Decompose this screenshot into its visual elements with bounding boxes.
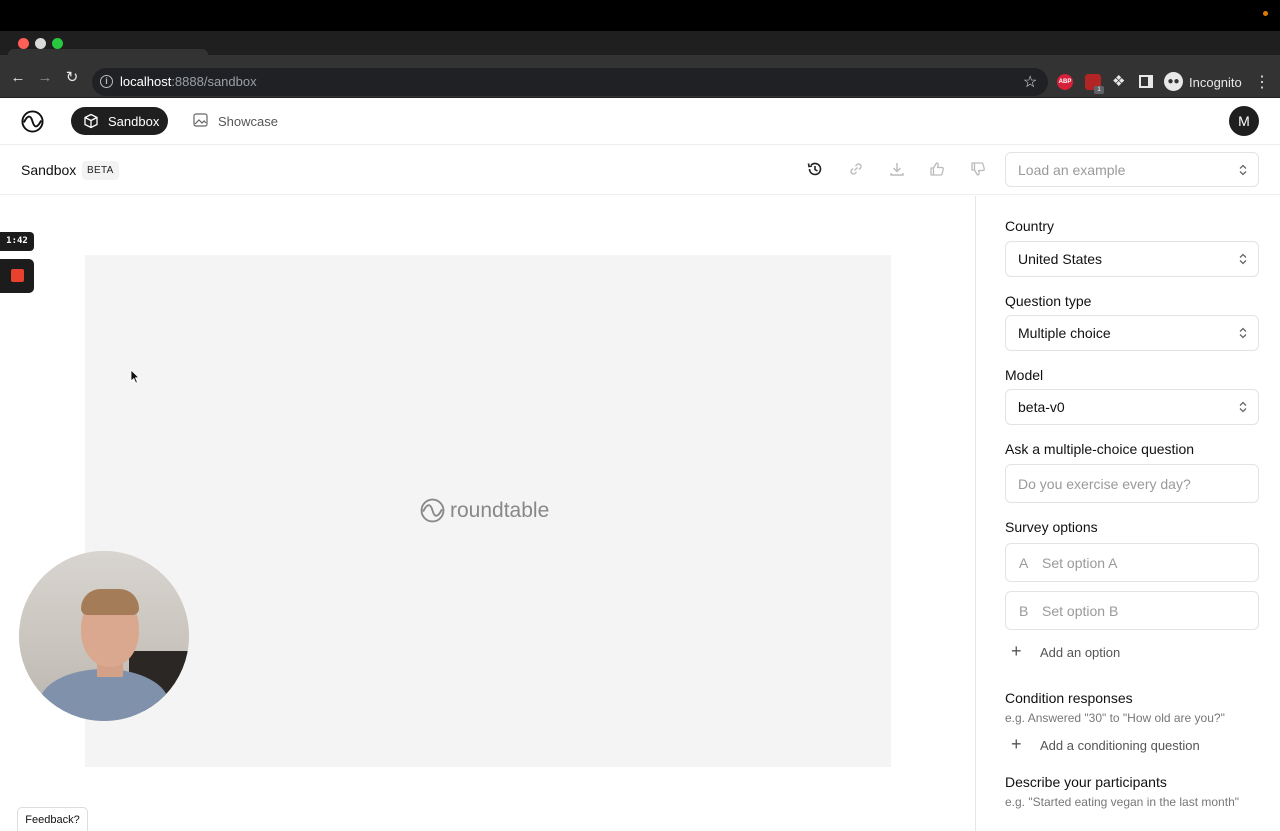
download-icon[interactable] [888,160,906,178]
option-a-input[interactable]: A Set option A [1005,543,1259,582]
app-header [0,98,1280,145]
nav-showcase-button[interactable]: Showcase [193,112,293,130]
option-a-placeholder: Set option A [1042,554,1118,571]
reload-icon[interactable]: ↻ [63,69,81,87]
webcam-bubble[interactable] [19,551,189,721]
window-minimize-button[interactable] [35,38,46,49]
thumbs-down-icon[interactable] [969,160,987,178]
country-value: United States [1018,251,1103,267]
plus-icon: + [1011,734,1022,754]
side-panel-icon[interactable] [1139,75,1153,88]
url-host: localhost [120,74,172,89]
os-menu-bar [0,0,1280,31]
history-icon[interactable] [806,160,824,178]
cube-icon [84,113,98,129]
question-placeholder: Do you exercise every day? [1018,475,1191,492]
participants-label: Describe your participants [1005,774,1167,790]
thumbs-up-icon[interactable] [928,160,946,178]
brand-name: roundtable [450,499,550,522]
url-path: :8888/sandbox [171,74,257,89]
webcam-person-hair [81,589,139,615]
survey-options-label: Survey options [1005,519,1098,535]
chevron-up-down-icon [1239,253,1247,265]
image-icon [193,113,208,127]
country-select[interactable]: United States [1005,241,1259,277]
feedback-button[interactable]: Feedback? [17,807,88,831]
chevron-up-down-icon [1239,401,1247,413]
adblock-label: ABP [1058,79,1072,85]
condition-responses-label: Condition responses [1005,690,1133,706]
model-select[interactable]: beta-v0 [1005,389,1259,425]
model-value: beta-v0 [1018,399,1065,415]
address-url[interactable]: localhost:8888/sandbox [120,74,257,89]
back-arrow-icon[interactable]: ← [9,69,27,87]
load-example-placeholder: Load an example [1018,161,1126,178]
nav-showcase-label: Showcase [218,114,278,129]
stop-icon [11,269,24,282]
extensions-puzzle-icon[interactable]: ❖ [1112,72,1125,90]
option-b-input[interactable]: B Set option B [1005,591,1259,630]
mouse-cursor-icon [130,369,140,384]
roundtable-watermark-icon [420,498,445,523]
extension-badge: 1 [1094,86,1104,94]
beta-badge: BETA [82,161,119,180]
incognito-icon[interactable]: ●● [1164,72,1183,91]
option-b-letter: B [1019,602,1029,619]
window-zoom-button[interactable] [52,38,63,49]
user-avatar[interactable]: M [1229,106,1259,136]
chevron-up-down-icon [1239,164,1247,175]
bookmark-star-icon[interactable]: ☆ [1023,72,1037,92]
incognito-label[interactable]: Incognito [1189,75,1242,90]
question-type-value: Multiple choice [1018,325,1111,341]
add-option-label: Add an option [1040,645,1121,660]
recording-indicator-icon [1263,11,1268,16]
add-option-button[interactable]: + Add an option [1011,641,1151,663]
load-example-select[interactable]: Load an example [1005,152,1259,187]
forward-arrow-icon[interactable]: → [36,69,54,87]
window-close-button[interactable] [18,38,29,49]
add-condition-label: Add a conditioning question [1040,738,1200,753]
chevron-up-down-icon [1239,327,1247,339]
question-input[interactable]: Do you exercise every day? [1005,464,1259,503]
site-info-icon[interactable]: i [100,75,113,88]
plus-icon: + [1011,641,1022,661]
screen: ← → ↻ i localhost:8888/sandbox ☆ ABP 1 ❖… [0,0,1280,831]
adblock-extension-icon[interactable]: ABP [1057,74,1073,90]
question-type-label: Question type [1005,293,1092,309]
question-type-select[interactable]: Multiple choice [1005,315,1259,351]
model-label: Model [1005,367,1044,383]
nav-sandbox-label: Sandbox [108,114,160,129]
add-condition-button[interactable]: + Add a conditioning question [1011,734,1221,756]
option-a-letter: A [1019,554,1029,571]
browser-menu-icon[interactable]: ⋮ [1254,72,1270,92]
stop-recording-button[interactable] [0,259,34,293]
nav-sandbox-button[interactable]: Sandbox [71,107,168,135]
recording-timer: 1:42 [0,232,34,251]
condition-responses-hint: e.g. Answered "30" to "How old are you?" [1005,711,1225,725]
link-icon[interactable] [847,160,865,178]
roundtable-logo-icon[interactable] [21,110,44,133]
participants-hint: e.g. "Started eating vegan in the last m… [1005,795,1239,809]
option-b-placeholder: Set option B [1042,602,1119,619]
country-label: Country [1005,218,1055,234]
question-label: Ask a multiple-choice question [1005,441,1195,457]
page-title: Sandbox [21,162,77,178]
